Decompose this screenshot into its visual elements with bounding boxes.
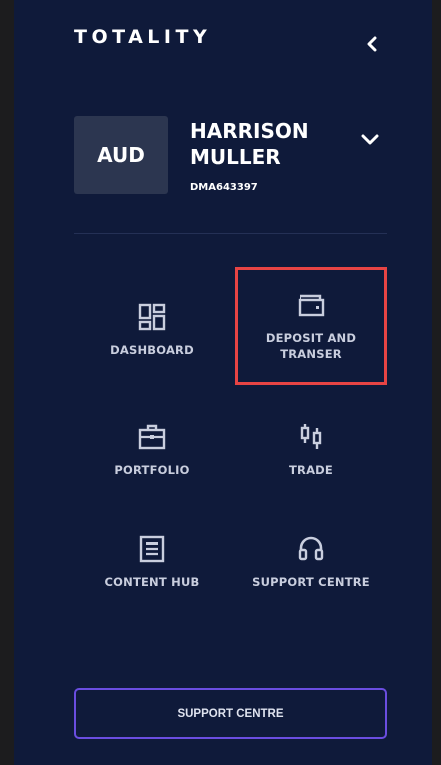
- nav-item-label: PORTFOLIO: [114, 463, 190, 477]
- chevron-left-icon: [367, 36, 377, 52]
- brand-logo: TOTALITY: [74, 26, 212, 48]
- nav-item-label: TRADE: [288, 463, 333, 477]
- candlestick-icon: [296, 422, 326, 452]
- selected-highlight: [235, 267, 387, 385]
- chevron-down-icon: [361, 134, 379, 145]
- sidebar-panel: TOTALITY AUD HARRISON MULLER DMA643397 D…: [14, 0, 432, 765]
- account-summary: AUD HARRISON MULLER DMA643397: [74, 114, 387, 204]
- account-id: DMA643397: [190, 182, 258, 193]
- nav-item-label: SUPPORT CENTRE: [252, 575, 370, 589]
- nav-item-label: CONTENT HUB: [104, 575, 200, 589]
- headset-icon: [296, 534, 326, 564]
- article-icon: [137, 534, 167, 564]
- dashboard-icon: [137, 302, 167, 332]
- divider: [74, 233, 387, 234]
- briefcase-icon: [137, 422, 167, 452]
- collapse-sidebar-button[interactable]: [358, 30, 386, 58]
- account-dropdown-toggle[interactable]: [358, 128, 382, 152]
- currency-badge: AUD: [74, 116, 168, 194]
- nav-item-label: DASHBOARD: [110, 343, 194, 357]
- support-centre-button[interactable]: SUPPORT CENTRE: [74, 688, 387, 739]
- nav-item-content-hub[interactable]: CONTENT HUB: [74, 534, 230, 654]
- nav-item-dashboard[interactable]: DASHBOARD: [74, 302, 230, 422]
- nav-item-portfolio[interactable]: PORTFOLIO: [74, 422, 230, 542]
- nav-item-support-centre[interactable]: SUPPORT CENTRE: [233, 534, 389, 654]
- nav-item-trade[interactable]: TRADE: [233, 422, 389, 542]
- user-name: HARRISON MULLER: [190, 119, 309, 169]
